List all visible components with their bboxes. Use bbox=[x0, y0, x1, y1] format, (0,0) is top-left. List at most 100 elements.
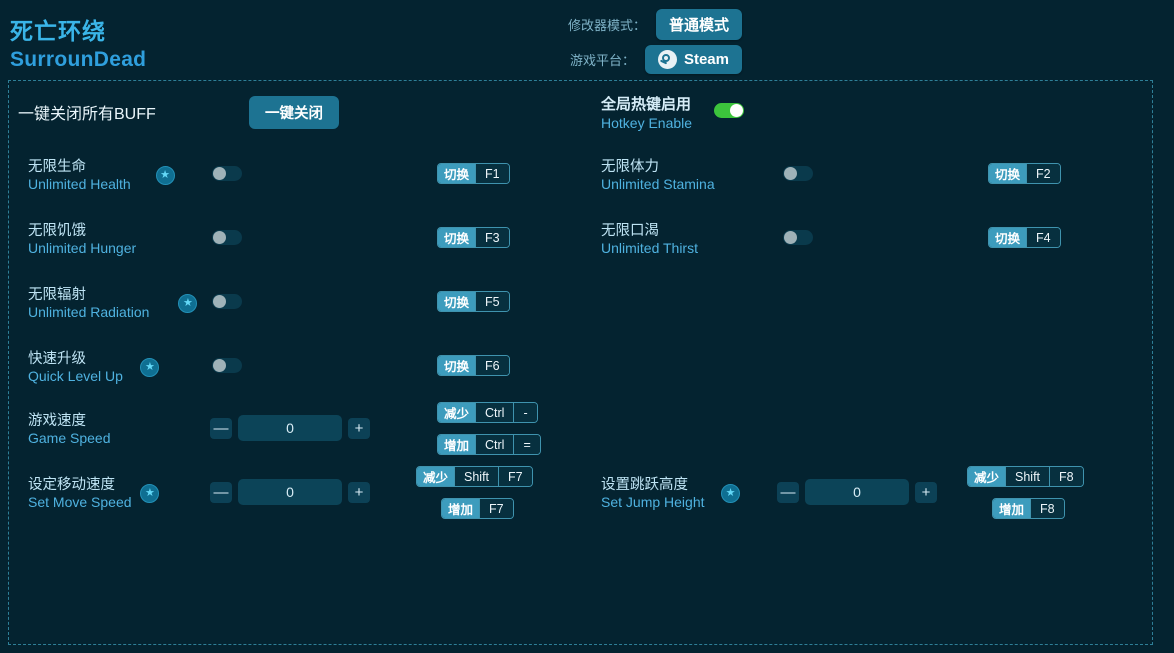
hotkey-chip[interactable]: 减少Ctrl- bbox=[437, 402, 538, 423]
hotkey-key: F7 bbox=[479, 499, 513, 518]
cheat-label-en: Unlimited Stamina bbox=[601, 177, 715, 193]
hotkey-enable-label: 全局热键启用 Hotkey Enable bbox=[601, 96, 692, 131]
hotkey-key: - bbox=[513, 403, 536, 422]
cheat-label-en: Set Jump Height bbox=[601, 495, 705, 511]
toggle-knob bbox=[213, 231, 226, 244]
cheat-label-en: Quick Level Up bbox=[28, 369, 123, 385]
hotkey-action-label: 减少 bbox=[417, 467, 454, 486]
trainer-mode-value: 普通模式 bbox=[669, 14, 729, 35]
cheat-toggle[interactable] bbox=[212, 166, 242, 181]
hotkey-chip[interactable]: 切换F1 bbox=[437, 163, 510, 184]
stepper-decrement-button[interactable]: — bbox=[210, 482, 232, 503]
hotkey-enable-label-en: Hotkey Enable bbox=[601, 115, 692, 131]
hotkey-key: F6 bbox=[475, 356, 509, 375]
hotkey-chip[interactable]: 增加Ctrl= bbox=[437, 434, 541, 455]
cheat-label: 无限口渴 Unlimited Thirst bbox=[601, 223, 698, 257]
favorite-star-icon[interactable]: ★ bbox=[721, 484, 740, 503]
hotkey-enable-toggle[interactable] bbox=[714, 103, 744, 118]
hotkey-key: F1 bbox=[475, 164, 509, 183]
stepper-increment-button[interactable]: + bbox=[348, 482, 370, 503]
hotkey-key: F8 bbox=[1049, 467, 1083, 486]
hotkey-enable-label-cn: 全局热键启用 bbox=[601, 96, 692, 113]
cheat-label-cn: 设定移动速度 bbox=[28, 477, 132, 493]
cheat-label: 无限饥饿 Unlimited Hunger bbox=[28, 223, 136, 257]
hotkey-action-label: 切换 bbox=[438, 228, 475, 247]
toggle-knob bbox=[784, 167, 797, 180]
app-title-cn: 死亡环绕 bbox=[10, 12, 106, 46]
cheat-stepper: — 0 + bbox=[777, 479, 937, 505]
cheat-label: 无限辐射 Unlimited Radiation bbox=[28, 287, 149, 321]
hotkey-chip[interactable]: 切换F6 bbox=[437, 355, 510, 376]
hotkey-key: = bbox=[513, 435, 539, 454]
steam-icon bbox=[658, 50, 677, 69]
hotkey-action-label: 切换 bbox=[438, 356, 475, 375]
cheat-label-en: Unlimited Thirst bbox=[601, 241, 698, 257]
cheat-toggle[interactable] bbox=[783, 230, 813, 245]
cheat-label: 游戏速度 Game Speed bbox=[28, 413, 111, 447]
cheat-label-en: Unlimited Hunger bbox=[28, 241, 136, 257]
hotkey-chip[interactable]: 切换F5 bbox=[437, 291, 510, 312]
hotkey-chip[interactable]: 切换F4 bbox=[988, 227, 1061, 248]
cheat-label-cn: 无限饥饿 bbox=[28, 223, 136, 239]
cheat-label-cn: 无限辐射 bbox=[28, 287, 149, 303]
stepper-value[interactable]: 0 bbox=[238, 479, 342, 505]
cheat-stepper: — 0 + bbox=[210, 415, 370, 441]
hotkey-action-label: 增加 bbox=[442, 499, 479, 518]
hotkey-action-label: 增加 bbox=[438, 435, 475, 454]
hotkey-chip[interactable]: 减少ShiftF8 bbox=[967, 466, 1084, 487]
cheat-toggle[interactable] bbox=[212, 294, 242, 309]
game-platform-label: 游戏平台： bbox=[570, 50, 635, 69]
stepper-decrement-button[interactable]: — bbox=[210, 418, 232, 439]
cheat-label-cn: 无限生命 bbox=[28, 159, 131, 175]
game-platform-button[interactable]: Steam bbox=[645, 45, 742, 74]
hotkey-action-label: 切换 bbox=[989, 228, 1026, 247]
cheats-panel bbox=[8, 80, 1153, 645]
hotkey-key: Shift bbox=[454, 467, 498, 486]
hotkey-chip[interactable]: 减少ShiftF7 bbox=[416, 466, 533, 487]
stepper-increment-button[interactable]: + bbox=[348, 418, 370, 439]
hotkey-action-label: 切换 bbox=[438, 292, 475, 311]
game-platform-row: 游戏平台： Steam bbox=[570, 45, 742, 74]
cheat-stepper: — 0 + bbox=[210, 479, 370, 505]
trainer-mode-button[interactable]: 普通模式 bbox=[656, 9, 742, 40]
hotkey-key: F2 bbox=[1026, 164, 1060, 183]
hotkey-key: F8 bbox=[1030, 499, 1064, 518]
cheat-label: 无限生命Unlimited Health bbox=[28, 159, 131, 193]
cheat-label: 设置跳跃高度 Set Jump Height bbox=[601, 477, 705, 511]
cheat-toggle[interactable] bbox=[783, 166, 813, 181]
toggle-knob bbox=[730, 104, 743, 117]
hotkey-action-label: 减少 bbox=[968, 467, 1005, 486]
hotkey-chip[interactable]: 增加F8 bbox=[992, 498, 1065, 519]
cheat-label-en: Game Speed bbox=[28, 431, 111, 447]
stepper-value[interactable]: 0 bbox=[805, 479, 909, 505]
cheat-label-cn: 无限口渴 bbox=[601, 223, 698, 239]
cheat-toggle[interactable] bbox=[212, 230, 242, 245]
cheat-label-en: Unlimited Radiation bbox=[28, 305, 149, 321]
cheat-label: 设定移动速度 Set Move Speed bbox=[28, 477, 132, 511]
hotkey-key: F3 bbox=[475, 228, 509, 247]
hotkey-action-label: 切换 bbox=[438, 164, 475, 183]
stepper-decrement-button[interactable]: — bbox=[777, 482, 799, 503]
hotkey-key: F7 bbox=[498, 467, 532, 486]
stepper-value[interactable]: 0 bbox=[238, 415, 342, 441]
hotkey-action-label: 增加 bbox=[993, 499, 1030, 518]
toggle-knob bbox=[213, 359, 226, 372]
cheat-toggle[interactable] bbox=[212, 358, 242, 373]
cheat-label: 快速升级Quick Level Up bbox=[28, 351, 123, 385]
all-buff-label: 一键关闭所有BUFF bbox=[18, 100, 156, 124]
cheat-label: 无限体力 Unlimited Stamina bbox=[601, 159, 715, 193]
hotkey-chip[interactable]: 增加F7 bbox=[441, 498, 514, 519]
hotkey-key: F5 bbox=[475, 292, 509, 311]
hotkey-action-label: 切换 bbox=[989, 164, 1026, 183]
game-platform-value: Steam bbox=[684, 51, 729, 68]
cheat-label-cn: 设置跳跃高度 bbox=[601, 477, 705, 493]
cheat-label-cn: 游戏速度 bbox=[28, 413, 111, 429]
all-buff-off-button[interactable]: 一键关闭 bbox=[249, 96, 339, 129]
cheat-label-en: Set Move Speed bbox=[28, 495, 132, 511]
toggle-knob bbox=[784, 231, 797, 244]
hotkey-chip[interactable]: 切换F3 bbox=[437, 227, 510, 248]
hotkey-chip[interactable]: 切换F2 bbox=[988, 163, 1061, 184]
favorite-star-icon[interactable]: ★ bbox=[156, 166, 175, 185]
cheat-label-cn: 无限体力 bbox=[601, 159, 715, 175]
stepper-increment-button[interactable]: + bbox=[915, 482, 937, 503]
